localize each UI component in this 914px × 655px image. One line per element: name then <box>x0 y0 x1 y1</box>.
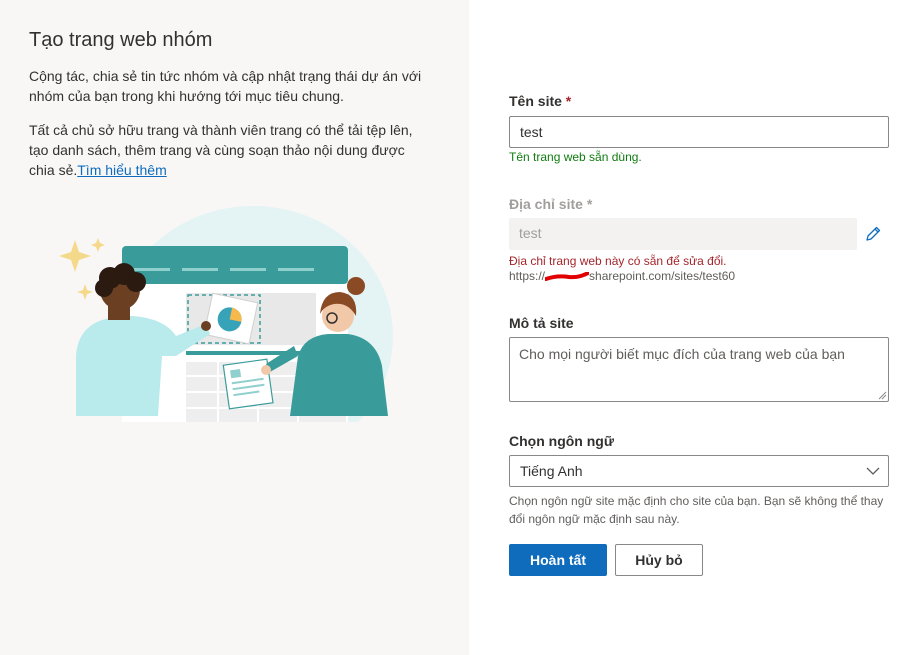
site-address-label-text: Địa chỉ site <box>509 196 583 212</box>
language-label: Chọn ngôn ngữ <box>509 433 614 449</box>
site-description-label: Mô tả site <box>509 315 574 331</box>
redaction-mark <box>545 271 590 281</box>
learn-more-link[interactable]: Tìm hiểu thêm <box>77 162 166 178</box>
panel-description-members: Tất cả chủ sở hữu trang và thành viên tr… <box>29 120 429 180</box>
site-url-preview: https:// sharepoint.com/sites/test60 <box>509 269 735 283</box>
pencil-icon[interactable] <box>864 225 882 243</box>
team-collaboration-illustration <box>59 206 393 422</box>
language-help-text: Chọn ngôn ngữ site mặc định cho site của… <box>509 494 884 526</box>
finish-button[interactable]: Hoàn tất <box>509 544 607 576</box>
site-address-input: test <box>509 218 857 250</box>
create-site-form: Tên site * test Tên trang web sẵn dùng. … <box>469 0 914 655</box>
site-name-label: Tên site * <box>509 93 571 109</box>
required-marker: * <box>586 196 593 212</box>
site-description-placeholder: Cho mọi người biết mục đích của trang we… <box>519 346 845 362</box>
language-dropdown[interactable]: Tiếng Anh <box>509 455 889 487</box>
site-name-available-message: Tên trang web sẵn dùng. <box>509 150 642 164</box>
chevron-down-icon <box>866 467 880 475</box>
language-selected-value: Tiếng Anh <box>520 463 583 479</box>
required-marker: * <box>565 93 572 109</box>
site-name-input[interactable]: test <box>509 116 889 148</box>
url-suffix: sharepoint.com/sites/test60 <box>589 269 736 283</box>
site-description-textarea[interactable]: Cho mọi người biết mục đích của trang we… <box>509 337 889 402</box>
panel-description: Cộng tác, chia sẻ tin tức nhóm và cập nh… <box>29 68 422 104</box>
site-address-error-message: Địa chỉ trang web này có sẵn để sửa đổi. <box>509 254 727 268</box>
resize-grip-icon[interactable] <box>877 390 887 400</box>
cancel-button[interactable]: Hủy bỏ <box>615 544 703 576</box>
page-title: Tạo trang web nhóm <box>29 29 213 51</box>
site-address-label: Địa chỉ site * <box>509 196 592 212</box>
site-name-label-text: Tên site <box>509 93 562 109</box>
url-prefix: https:// <box>509 269 546 283</box>
info-panel: Tạo trang web nhóm Cộng tác, chia sẻ tin… <box>0 0 469 655</box>
